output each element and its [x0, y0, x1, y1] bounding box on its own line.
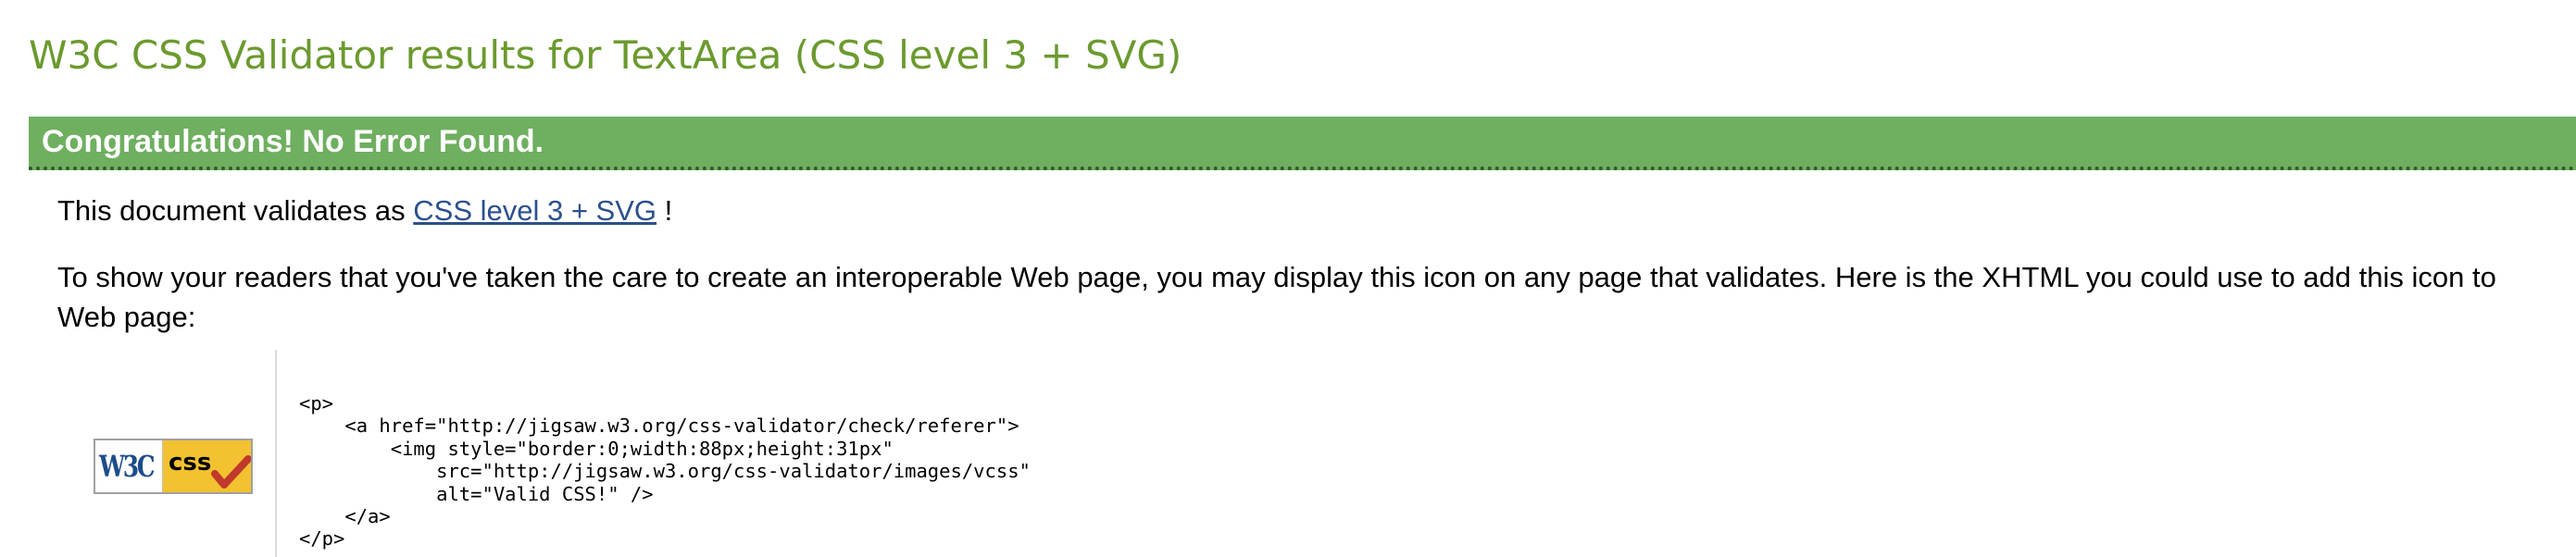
badge-w3c-section: W3C — [95, 440, 163, 492]
validates-prefix: This document validates as — [57, 194, 414, 227]
valid-css-badge-icon: W3C css — [94, 439, 253, 494]
icon-info-text-line-2: Web page: — [57, 301, 196, 333]
badge-css-label: css — [169, 449, 212, 477]
code-line: <img style="border:0;width:88px;height:3… — [299, 437, 894, 460]
badge-w3c-logo: W3C — [99, 449, 156, 484]
code-line: <p> — [299, 392, 334, 415]
checkmark-icon — [211, 455, 251, 489]
code-line: </a> — [299, 505, 391, 528]
code-line: <a href="http://jigsaw.w3.org/css-valida… — [299, 415, 1019, 438]
validates-statement: This document validates as CSS level 3 +… — [57, 191, 672, 230]
success-banner: Congratulations! No Error Found. — [29, 117, 2576, 170]
success-message: Congratulations! No Error Found. — [42, 124, 544, 159]
code-line: </p> — [299, 527, 345, 551]
badge-code-snippet: <p> <a href="http://jigsaw.w3.org/css-va… — [299, 392, 1031, 551]
code-divider — [275, 350, 277, 557]
validates-suffix: ! — [657, 194, 673, 227]
css-level-link[interactable]: CSS level 3 + SVG — [413, 194, 657, 227]
page-title: W3C CSS Validator results for TextArea (… — [29, 32, 1182, 78]
icon-info-text-line-1: To show your readers that you've taken t… — [57, 261, 2496, 293]
code-line: src="http://jigsaw.w3.org/css-validator/… — [299, 460, 1031, 483]
code-line: alt="Valid CSS!" /> — [299, 482, 654, 505]
badge-css-section: css — [163, 440, 251, 492]
